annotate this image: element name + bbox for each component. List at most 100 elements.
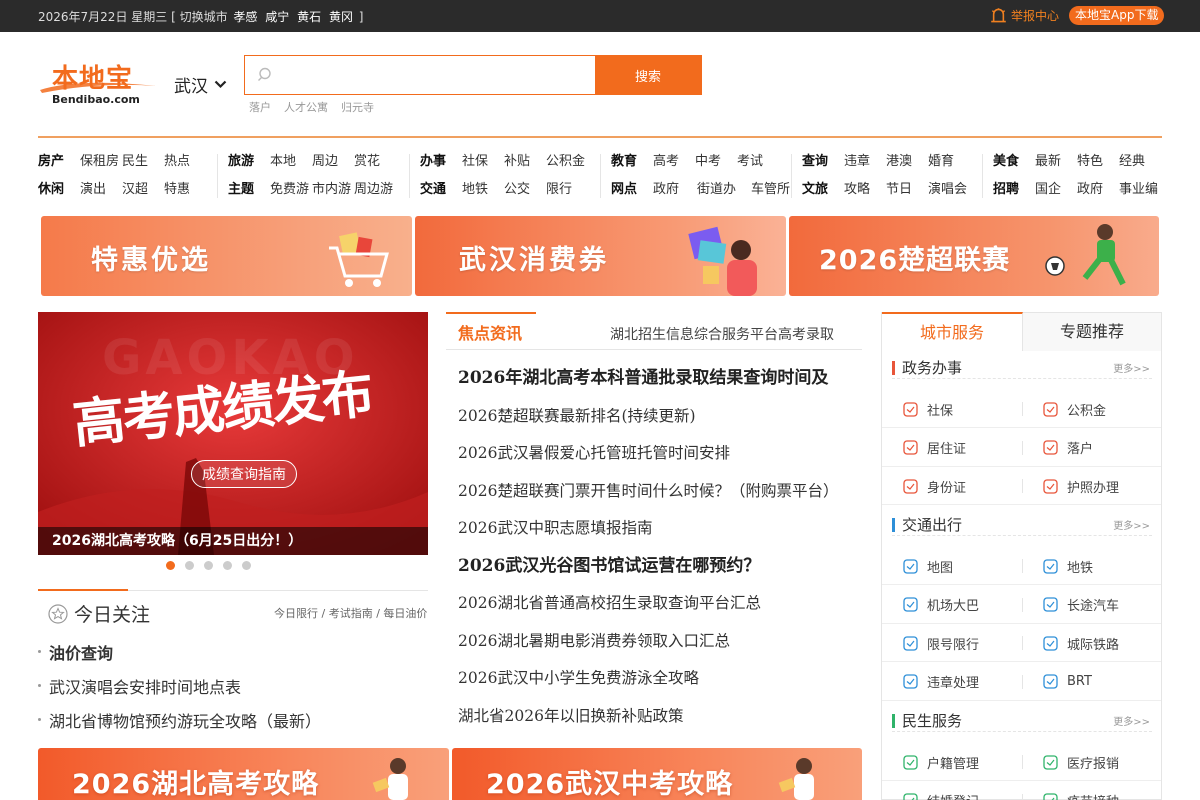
- nav-link[interactable]: 事业编: [1119, 178, 1158, 197]
- banner-coupon[interactable]: 武汉消费券: [415, 216, 786, 296]
- news-item[interactable]: 2026武汉中职志愿填报指南: [458, 510, 862, 548]
- today-quick-links[interactable]: 今日限行 / 考试指南 / 每日油价: [274, 605, 427, 621]
- nav-link[interactable]: 中考: [695, 150, 721, 169]
- nav-link[interactable]: 街道办: [697, 178, 736, 197]
- list-item[interactable]: 油价查询: [38, 640, 428, 674]
- nav-link[interactable]: 违章: [844, 150, 870, 169]
- nav-link[interactable]: 本地: [270, 150, 296, 169]
- nav-link[interactable]: 限行: [546, 178, 572, 197]
- service-item[interactable]: 结婚登记: [902, 782, 979, 800]
- nav-category[interactable]: 招聘: [993, 178, 1019, 197]
- service-item[interactable]: BRT: [1042, 663, 1092, 701]
- nav-link[interactable]: 婚育: [928, 150, 954, 169]
- nav-link[interactable]: 政府: [653, 178, 679, 197]
- tab-focus-news[interactable]: 焦点资讯: [446, 312, 536, 350]
- search-button[interactable]: 搜索: [595, 56, 701, 94]
- tab-city-services[interactable]: 城市服务: [882, 312, 1023, 351]
- nav-link[interactable]: 特惠: [164, 178, 190, 197]
- nav-link[interactable]: 高考: [653, 150, 679, 169]
- nav-link[interactable]: 周边游: [354, 178, 393, 197]
- slider-dot[interactable]: [204, 561, 213, 570]
- nav-link[interactable]: 地铁: [462, 178, 488, 197]
- nav-link[interactable]: 演出: [80, 178, 106, 197]
- site-logo[interactable]: 本地宝 Bendibao.com: [38, 58, 160, 110]
- nav-category[interactable]: 教育: [611, 150, 637, 169]
- nav-link[interactable]: 演唱会: [928, 178, 967, 197]
- nav-link[interactable]: 社保: [462, 150, 488, 169]
- nav-link[interactable]: 赏花: [354, 150, 380, 169]
- nav-link[interactable]: 节日: [886, 178, 912, 197]
- list-item[interactable]: 湖北省博物馆预约游玩全攻略（最新）: [38, 708, 428, 742]
- slider-caption[interactable]: 2026湖北高考攻略（6月25日出分！）: [38, 527, 428, 555]
- nav-link[interactable]: 攻略: [844, 178, 870, 197]
- service-item[interactable]: 地铁: [1042, 547, 1093, 585]
- nav-link[interactable]: 公积金: [546, 150, 585, 169]
- service-item[interactable]: 身份证: [902, 467, 966, 505]
- service-item[interactable]: 城际铁路: [1042, 624, 1119, 662]
- news-headline[interactable]: 2026武汉光谷图书馆试运营在哪预约？: [458, 548, 862, 586]
- nav-link[interactable]: 周边: [312, 150, 338, 169]
- nav-link[interactable]: 考试: [737, 150, 763, 169]
- nav-link[interactable]: 政府: [1077, 178, 1103, 197]
- nav-link[interactable]: 补贴: [504, 150, 530, 169]
- nav-link[interactable]: 热点: [164, 150, 190, 169]
- slider-dot[interactable]: [242, 561, 251, 570]
- hot-word-link[interactable]: 归元寺: [341, 99, 374, 115]
- more-link[interactable]: 更多>>: [1113, 517, 1150, 532]
- nav-link[interactable]: 汉超: [122, 178, 148, 197]
- hero-slider[interactable]: GAOKAO 高考成绩发布 成绩查询指南 2026湖北高考攻略（6月25日出分！…: [38, 312, 428, 555]
- service-item[interactable]: 公积金: [1042, 390, 1106, 428]
- news-item[interactable]: 2026湖北省普通高校招生录取查询平台汇总: [458, 585, 862, 623]
- service-item[interactable]: 疫苗接种: [1042, 782, 1119, 800]
- nav-category[interactable]: 房产: [38, 150, 64, 169]
- news-item[interactable]: 2026湖北暑期电影消费券领取入口汇总: [458, 623, 862, 661]
- nav-category[interactable]: 文旅: [802, 178, 828, 197]
- news-item[interactable]: 2026楚超联赛门票开售时间什么时候？（附购票平台）: [458, 473, 862, 511]
- service-item[interactable]: 社保: [902, 390, 953, 428]
- hot-word-link[interactable]: 落户: [249, 99, 271, 115]
- city-link-huangshi[interactable]: 黄石: [297, 10, 321, 24]
- banner-zhongkao-guide[interactable]: 2026武汉中考攻略: [452, 748, 862, 800]
- list-item[interactable]: 武汉演唱会安排时间地点表: [38, 674, 428, 708]
- app-download-button[interactable]: 本地宝App下载: [1069, 6, 1165, 25]
- nav-link[interactable]: 国企: [1035, 178, 1061, 197]
- news-item[interactable]: 2026武汉中小学生免费游泳全攻略: [458, 660, 862, 698]
- news-marquee[interactable]: 湖北招生信息综合服务平台高考录取: [610, 324, 834, 344]
- nav-category[interactable]: 休闲: [38, 178, 64, 197]
- service-item[interactable]: 长途汽车: [1042, 586, 1119, 624]
- nav-category[interactable]: 交通: [420, 178, 446, 197]
- nav-link[interactable]: 经典: [1119, 150, 1145, 169]
- banner-gaokao-guide[interactable]: 2026湖北高考攻略: [38, 748, 449, 800]
- nav-link[interactable]: 市内游: [312, 178, 351, 197]
- nav-link[interactable]: 保租房: [80, 150, 119, 169]
- more-link[interactable]: 更多>>: [1113, 360, 1150, 375]
- nav-category[interactable]: 查询: [802, 150, 828, 169]
- nav-link[interactable]: 公交: [504, 178, 530, 197]
- banner-league[interactable]: 2026楚超联赛: [789, 216, 1159, 296]
- nav-link[interactable]: 民生: [122, 150, 148, 169]
- slider-dot[interactable]: [223, 561, 232, 570]
- nav-category[interactable]: 网点: [611, 178, 637, 197]
- slider-dot[interactable]: [166, 561, 175, 570]
- more-link[interactable]: 更多>>: [1113, 713, 1150, 728]
- nav-link[interactable]: 车管所: [751, 178, 790, 197]
- hot-word-link[interactable]: 人才公寓: [284, 99, 328, 115]
- slider-dot[interactable]: [185, 561, 194, 570]
- service-item[interactable]: 违章处理: [902, 663, 979, 701]
- nav-category[interactable]: 办事: [420, 150, 446, 169]
- search-input[interactable]: [245, 56, 595, 94]
- nav-link[interactable]: 最新: [1035, 150, 1061, 169]
- nav-category[interactable]: 美食: [993, 150, 1019, 169]
- city-link-xianning[interactable]: 咸宁: [265, 10, 289, 24]
- nav-link[interactable]: 免费游: [270, 178, 309, 197]
- service-item[interactable]: 医疗报销: [1042, 743, 1119, 781]
- service-item[interactable]: 限号限行: [902, 624, 979, 662]
- news-headline[interactable]: 2026年湖北高考本科普通批录取结果查询时间及: [458, 360, 862, 398]
- nav-link[interactable]: 特色: [1077, 150, 1103, 169]
- city-selector[interactable]: 武汉: [174, 72, 227, 97]
- nav-category[interactable]: 旅游: [228, 150, 254, 169]
- service-item[interactable]: 护照办理: [1042, 467, 1119, 505]
- report-center-link[interactable]: 举报中心: [990, 7, 1059, 24]
- banner-deals[interactable]: 特惠优选: [41, 216, 412, 296]
- service-item[interactable]: 落户: [1042, 429, 1093, 467]
